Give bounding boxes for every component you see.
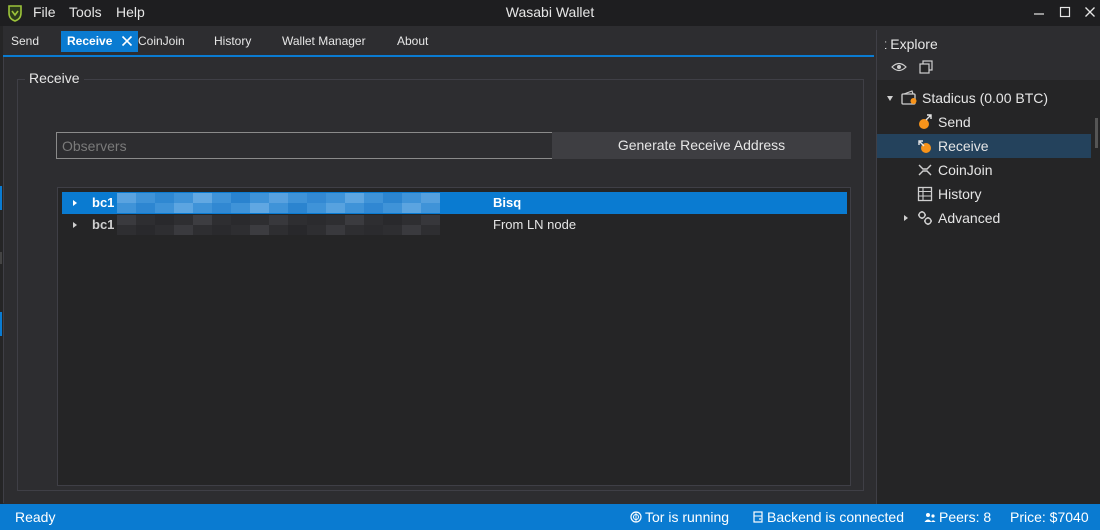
peers-icon <box>924 513 936 522</box>
tab-label: Receive <box>67 34 113 48</box>
tree-item-label: CoinJoin <box>938 162 993 178</box>
wallet-name: Stadicus (0.00 BTC) <box>922 90 1049 106</box>
history-icon <box>917 186 933 202</box>
eye-icon[interactable] <box>891 60 907 74</box>
server-icon <box>753 511 763 523</box>
tor-status: Tor is running <box>630 504 729 530</box>
wasabi-logo-icon <box>8 5 22 22</box>
menu-file[interactable]: File <box>33 4 56 20</box>
tree-item-coinjoin[interactable]: CoinJoin <box>877 158 1091 182</box>
address-row[interactable]: bc1 <box>62 192 847 214</box>
tab-label: CoinJoin <box>138 34 185 48</box>
wallet-explorer-title: Wallet Explorer <box>885 36 937 52</box>
generate-receive-address-button[interactable]: Generate Receive Address <box>552 132 851 159</box>
wallet-explorer-title-text: Wallet Explorer <box>885 36 937 52</box>
expand-arrow-icon[interactable] <box>70 214 80 236</box>
tree-item-label: Advanced <box>938 210 1001 226</box>
collapsed-arrow-icon[interactable] <box>901 206 911 230</box>
backend-status-text: Backend is connected <box>767 509 904 525</box>
peers-status: Peers: 8 <box>924 504 991 530</box>
tab-label: History <box>214 34 252 48</box>
tab-coinjoin[interactable]: CoinJoin <box>132 31 191 52</box>
window-title: Wasabi Wallet <box>505 4 595 20</box>
dock-edge-marker <box>0 252 2 264</box>
wallet-tree-root[interactable]: Stadicus (0.00 BTC) <box>877 86 1091 110</box>
close-icon <box>1085 7 1095 17</box>
wallet-explorer-panel: Wallet Explorer Stadicus (0.00 BTC) Send <box>876 30 1100 504</box>
backend-status: Backend is connected <box>752 504 904 530</box>
tab-label: About <box>397 34 429 48</box>
minimize-button[interactable] <box>1027 3 1051 23</box>
tab-receive[interactable]: Receive <box>61 31 139 52</box>
copy-icon[interactable] <box>918 60 934 74</box>
close-window-button[interactable] <box>1078 3 1100 23</box>
tab-send[interactable]: Send <box>5 31 45 52</box>
tree-item-history[interactable]: History <box>877 182 1091 206</box>
tree-item-label: History <box>938 186 982 202</box>
tab-about[interactable]: About <box>391 31 434 52</box>
price-status: Price: $7040 <box>1010 509 1089 525</box>
receive-group-title: Receive <box>25 70 84 86</box>
tree-item-receive[interactable]: Receive <box>877 134 1091 158</box>
tree-item-send[interactable]: Send <box>877 110 1091 134</box>
expanded-arrow-icon[interactable] <box>885 86 895 110</box>
tab-label: Send <box>11 34 40 48</box>
tab-wallet-manager[interactable]: Wallet Manager <box>276 31 372 52</box>
address-prefix: bc1 <box>92 195 115 210</box>
pixelated-address <box>117 193 440 213</box>
tree-item-advanced[interactable]: Advanced <box>877 206 1091 230</box>
tab-label: Wallet Manager <box>282 34 366 48</box>
receive-icon <box>918 140 931 153</box>
status-bar: Ready Tor is running Backend is connecte… <box>0 504 1100 530</box>
wallet-icon <box>901 90 917 105</box>
tor-status-text: Tor is running <box>645 509 730 525</box>
address-prefix: bc1 <box>92 217 115 232</box>
status-ready: Ready <box>15 509 56 525</box>
wallet-explorer-header: Wallet Explorer <box>877 30 1100 80</box>
peers-status-text: Peers: 8 <box>939 509 992 525</box>
send-icon <box>919 114 932 129</box>
document-tab-strip: Send Receive CoinJoin History Wallet Man… <box>3 28 874 55</box>
advanced-icon <box>918 211 932 225</box>
receive-group-box: Generate Receive Address bc1 <box>17 79 864 491</box>
expand-arrow-icon[interactable] <box>70 192 80 214</box>
pixelated-address <box>117 215 440 235</box>
tree-item-label: Send <box>938 114 971 130</box>
menu-tools[interactable]: Tools <box>69 4 102 20</box>
address-row[interactable]: bc1 <box>62 214 847 236</box>
receive-document: Generate Receive Address bc1 <box>3 57 874 503</box>
title-bar: File Tools Help Wasabi Wallet <box>0 0 1100 26</box>
maximize-icon <box>1059 6 1071 18</box>
maximize-button[interactable] <box>1053 3 1077 23</box>
address-label: Bisq <box>493 195 522 210</box>
tab-history[interactable]: History <box>208 31 257 52</box>
coinjoin-icon <box>918 164 932 176</box>
menu-help[interactable]: Help <box>116 4 145 20</box>
address-label: From LN node <box>493 217 577 232</box>
tree-item-label: Receive <box>938 138 989 154</box>
minimize-icon <box>1034 13 1044 15</box>
dock-edge-marker <box>0 312 2 336</box>
scrollbar-thumb[interactable] <box>1095 118 1098 148</box>
address-list[interactable]: bc1 Bisq bc1 From LN node <box>57 187 851 486</box>
tor-onion-icon <box>630 511 642 523</box>
dock-edge-marker <box>0 186 2 210</box>
observers-input[interactable] <box>56 132 553 159</box>
